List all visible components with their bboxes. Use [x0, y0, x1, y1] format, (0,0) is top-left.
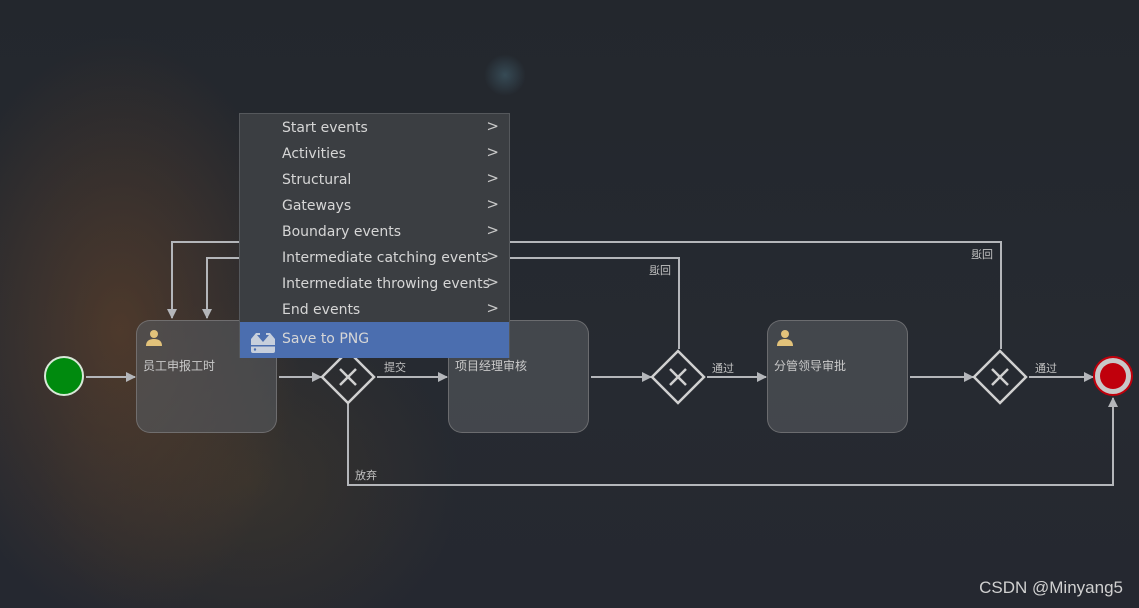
context-menu: Start events > Activities > Structural > Ga… [239, 113, 510, 358]
watermark: CSDN @Minyang5 [979, 578, 1123, 597]
start-event[interactable] [44, 356, 84, 396]
menu-item-label: End events [282, 302, 361, 318]
chevron-right-icon: > [486, 299, 499, 317]
chevron-right-icon: > [486, 247, 499, 265]
task-label: 项目经理审核 [455, 359, 528, 373]
menu-item-label: Intermediate catching events [282, 250, 489, 266]
end-event[interactable] [1093, 356, 1133, 396]
task-label: 分管领导审批 [774, 359, 847, 373]
menu-item-start-events[interactable]: Start events > [240, 115, 509, 141]
menu-item-activities[interactable]: Activities > [240, 141, 509, 167]
chevron-right-icon: > [486, 117, 499, 135]
menu-item-intermediate-catching-events[interactable]: Intermediate catching events > [240, 245, 509, 271]
chevron-right-icon: > [486, 195, 499, 213]
flow-label-reject2: 回退 [971, 248, 993, 261]
exclusive-gateway-3[interactable] [972, 349, 1028, 405]
menu-item-structural[interactable]: Structural > [240, 167, 509, 193]
menu-item-label: Gateways [282, 198, 352, 214]
user-icon [146, 330, 162, 346]
menu-item-label: Intermediate throwing events [282, 276, 490, 292]
flow-label-reject1: 回退 [649, 264, 671, 277]
save-download-icon [251, 327, 275, 353]
chevron-right-icon: > [486, 221, 499, 239]
flow-label-submit: 提交 [384, 361, 406, 374]
task-label: 员工申报工时 [143, 359, 216, 373]
menu-item-label: Boundary events [282, 224, 402, 240]
flow-label-pass1: 通过 [712, 362, 734, 375]
flow-label-abandon: 放弃 [355, 469, 377, 482]
menu-item-save-to-png[interactable]: Save to PNG [240, 322, 509, 358]
exclusive-gateway-1[interactable] [320, 349, 376, 405]
menu-item-intermediate-throwing-events[interactable]: Intermediate throwing events > [240, 271, 509, 297]
menu-item-boundary-events[interactable]: Boundary events > [240, 219, 509, 245]
bpmn-canvas[interactable] [0, 0, 1139, 608]
menu-item-label: Structural [282, 172, 352, 188]
menu-item-gateways[interactable]: Gateways > [240, 193, 509, 219]
menu-item-label: Save to PNG [282, 331, 370, 347]
chevron-right-icon: > [486, 169, 499, 187]
chevron-right-icon: > [486, 143, 499, 161]
menu-item-label: Activities [282, 146, 346, 162]
menu-item-label: Start events [282, 120, 368, 136]
user-icon [777, 330, 793, 346]
flow-label-pass2: 通过 [1035, 362, 1057, 375]
chevron-right-icon: > [486, 273, 499, 291]
exclusive-gateway-2[interactable] [650, 349, 706, 405]
user-task-3[interactable]: 分管领导审批 [767, 320, 908, 433]
menu-item-end-events[interactable]: End events > [240, 297, 509, 323]
